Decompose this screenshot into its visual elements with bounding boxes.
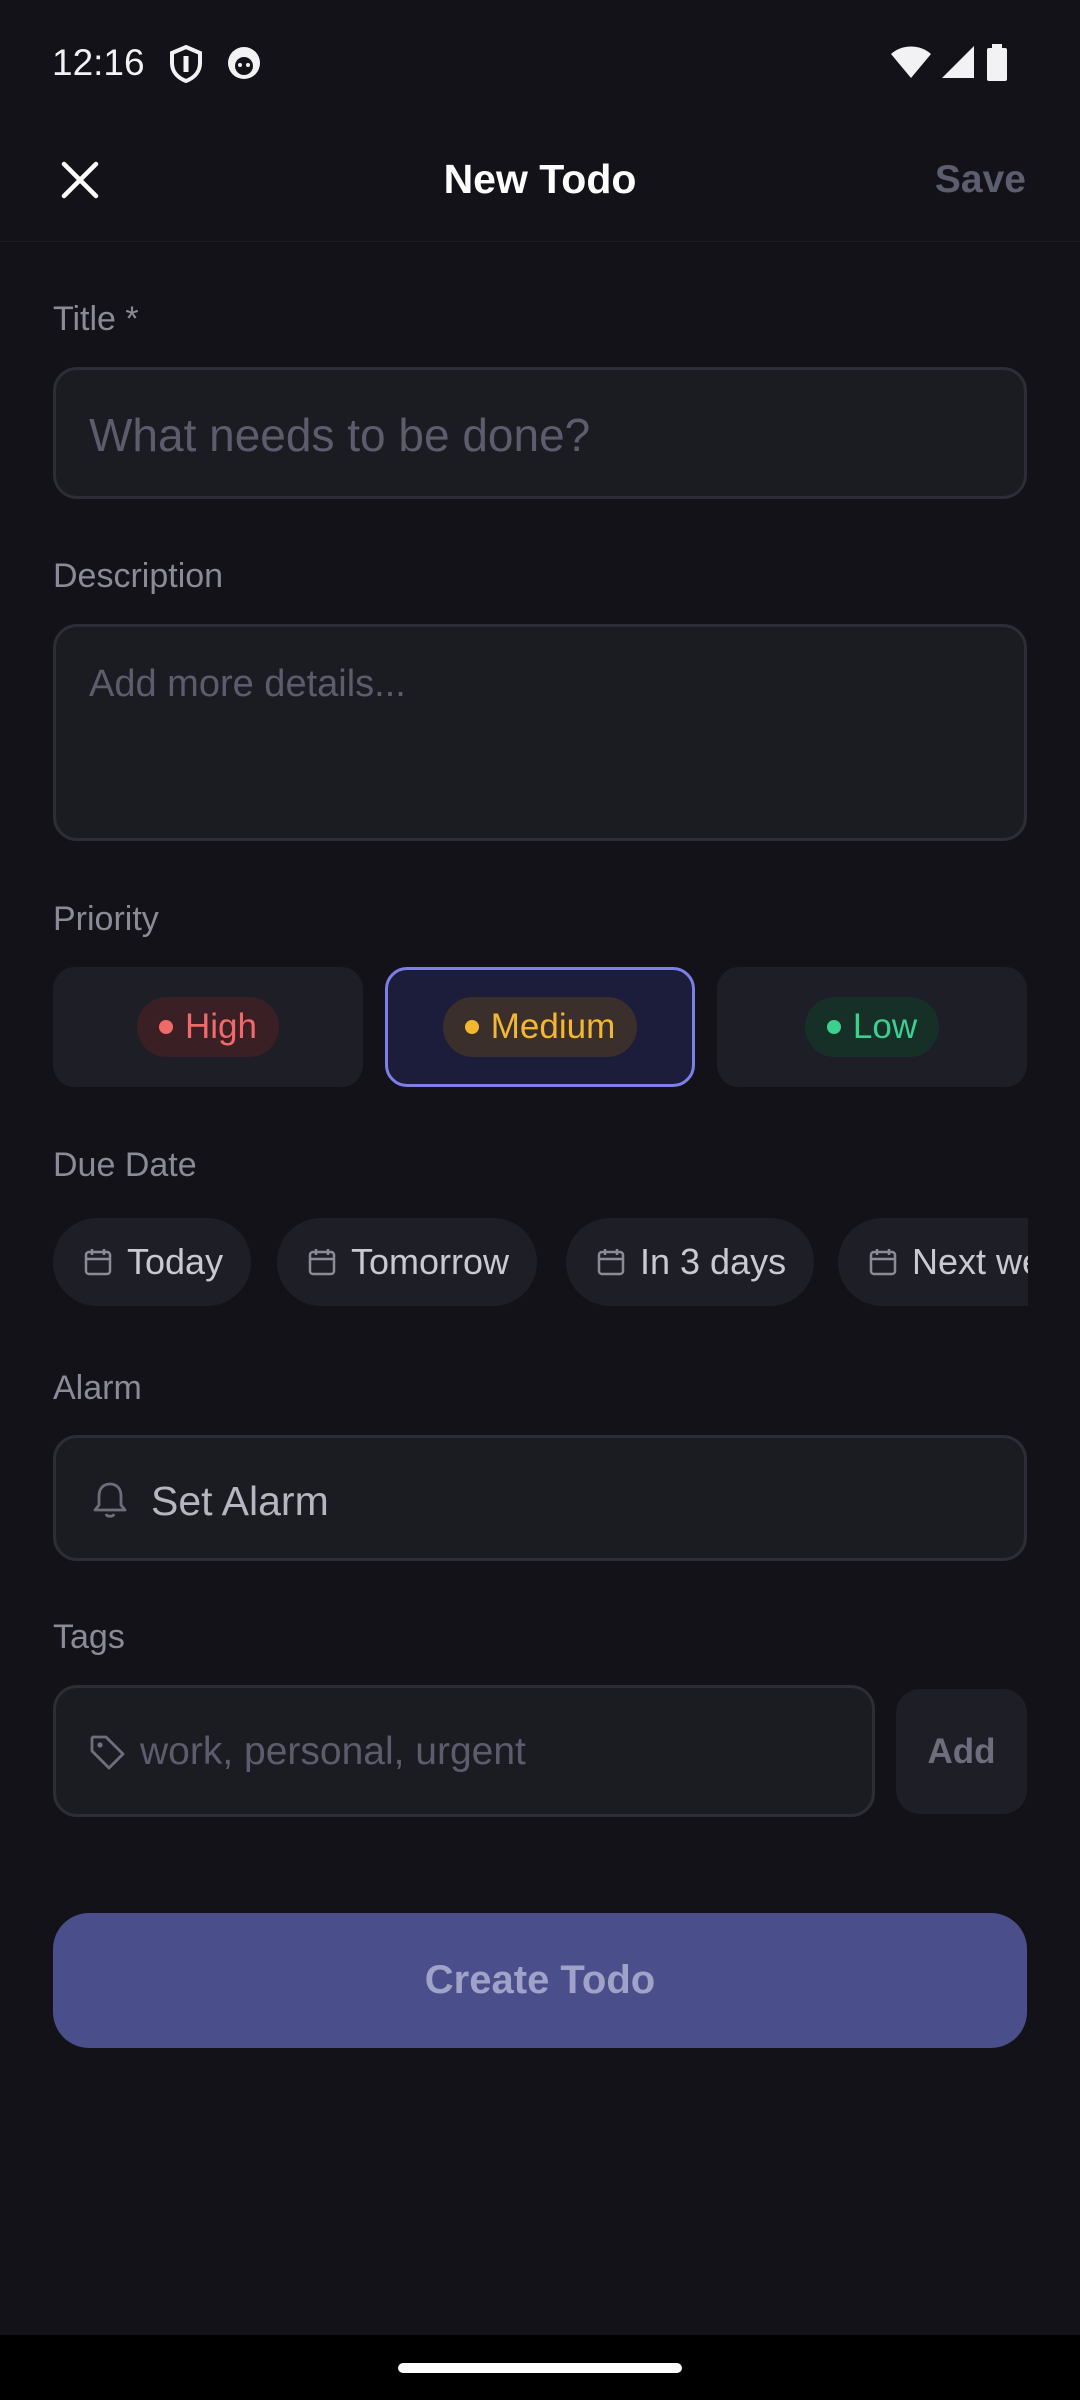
due-date-chip-label: Tomorrow: [351, 1241, 510, 1282]
top-app-bar: New Todo Save: [0, 120, 1080, 242]
new-todo-screen: 12:16 New Todo Save Title * What needs t…: [0, 0, 1080, 2400]
priority-label-low: Low: [852, 1007, 918, 1046]
description-textarea[interactable]: Add more details...: [53, 624, 1027, 841]
priority-dot: [159, 1020, 173, 1034]
add-tag-button[interactable]: Add: [896, 1689, 1027, 1814]
due-date-chip-label: In 3 days: [640, 1241, 787, 1282]
tags-input[interactable]: work, personal, urgent: [53, 1685, 875, 1817]
priority-label-medium: Medium: [490, 1007, 616, 1046]
due-date-chip-in-3-days[interactable]: In 3 days: [566, 1218, 815, 1306]
tags-label: Tags: [53, 1618, 125, 1656]
priority-option-medium[interactable]: Medium: [385, 967, 695, 1087]
priority-label: Priority: [53, 900, 159, 938]
alarm-label: Alarm: [53, 1369, 142, 1407]
app-notification-icon: [225, 44, 263, 87]
priority-pill: High: [137, 997, 279, 1057]
description-label: Description: [53, 557, 224, 595]
priority-label-high: High: [185, 1007, 257, 1046]
navigation-bar: [0, 2335, 1080, 2400]
shield-icon: [168, 44, 204, 89]
due-date-chip-today[interactable]: Today: [53, 1218, 252, 1306]
due-date-chip-tomorrow[interactable]: Tomorrow: [277, 1218, 538, 1306]
bell-icon: [93, 1482, 127, 1518]
priority-dot: [826, 1020, 841, 1034]
wifi-icon: [890, 44, 932, 85]
tags-placeholder: work, personal, urgent: [140, 1730, 526, 1773]
calendar-icon: [308, 1249, 336, 1276]
title-placeholder: What needs to be done?: [89, 409, 591, 461]
title-input[interactable]: What needs to be done?: [53, 367, 1027, 499]
set-alarm-label: Set Alarm: [151, 1478, 329, 1524]
signal-icon: [940, 44, 976, 85]
calendar-icon: [84, 1249, 112, 1276]
priority-pill: Medium: [442, 997, 638, 1057]
priority-pill: Low: [804, 997, 940, 1057]
priority-option-high[interactable]: High: [53, 967, 363, 1087]
status-bar: 12:16: [0, 0, 1080, 120]
save-button[interactable]: Save: [935, 158, 1026, 202]
priority-dot: [464, 1020, 479, 1034]
battery-icon: [986, 44, 1008, 87]
tag-icon: [90, 1735, 125, 1770]
due-date-chip-label: Today: [127, 1241, 224, 1282]
home-gesture-handle[interactable]: [398, 2363, 682, 2373]
due-date-chips: Today Tomorrow In 3 days Next week: [53, 1218, 1028, 1306]
description-placeholder: Add more details...: [89, 663, 406, 705]
status-time: 12:16: [52, 42, 145, 83]
title-label: Title *: [53, 300, 139, 338]
due-date-chip-next-week[interactable]: Next week: [838, 1218, 1028, 1306]
priority-option-low[interactable]: Low: [717, 967, 1027, 1087]
due-date-chip-label: Next week: [912, 1241, 1028, 1282]
create-todo-button[interactable]: Create Todo: [53, 1913, 1027, 2048]
due-date-label: Due Date: [53, 1146, 197, 1184]
set-alarm-button[interactable]: Set Alarm: [53, 1435, 1027, 1561]
page-title: New Todo: [443, 156, 637, 202]
calendar-icon: [869, 1249, 897, 1276]
calendar-icon: [597, 1249, 625, 1276]
